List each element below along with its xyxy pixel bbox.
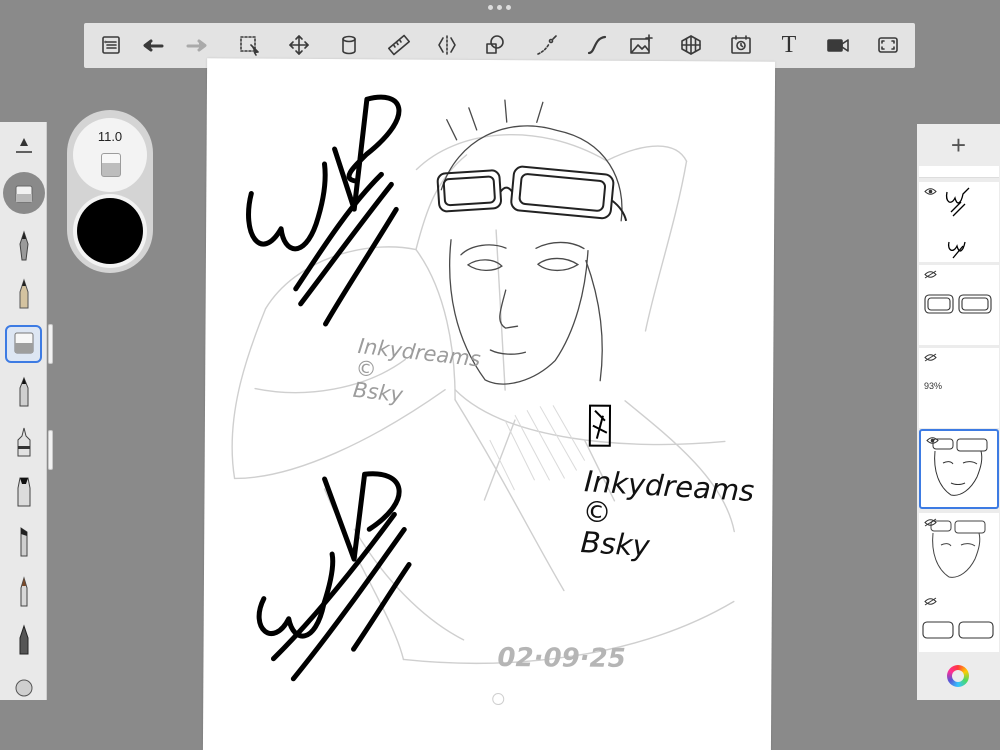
fill-icon[interactable] — [332, 28, 366, 62]
eye-hidden-icon[interactable] — [924, 518, 937, 527]
text-icon[interactable]: T — [772, 28, 806, 62]
sketchbook-app: T Inkydreams © Bsky Inkydreams © Bsky 02… — [0, 0, 1000, 750]
layer-partial[interactable] — [919, 166, 999, 178]
undo-icon[interactable] — [136, 28, 170, 62]
eraser-icon — [101, 153, 121, 177]
curve-icon[interactable] — [580, 28, 614, 62]
layer-thumbnail[interactable] — [919, 592, 999, 652]
airbrush-icon[interactable] — [5, 424, 42, 462]
brush-properties-icon[interactable] — [5, 128, 42, 166]
paint-brush-icon[interactable] — [5, 574, 42, 612]
brush-puck: 11.0 — [67, 110, 153, 273]
brush-palette — [0, 122, 53, 700]
watermark-black: Inkydreams © Bsky — [579, 464, 756, 563]
layer-opacity: 93% — [924, 381, 943, 391]
color-puck[interactable] — [73, 194, 147, 268]
layer-thumbnail-selected[interactable] — [919, 429, 999, 509]
watermark-gray: Inkydreams © Bsky — [351, 333, 482, 408]
time-lapse-icon[interactable] — [724, 28, 758, 62]
palette-scroll-handle[interactable] — [48, 324, 53, 364]
window-grip[interactable] — [488, 5, 511, 10]
current-color-swatch — [77, 198, 143, 264]
shapes-icon[interactable] — [478, 28, 512, 62]
layer-thumbnail[interactable]: 93% — [919, 348, 999, 428]
brush-size-control[interactable]: 11.0 — [73, 118, 147, 192]
layer-thumbnail[interactable] — [919, 265, 999, 345]
selection-icon[interactable] — [233, 28, 267, 62]
pencil-brush-icon[interactable] — [5, 276, 42, 314]
canvas-indicator — [492, 693, 505, 706]
layers-panel: + 93% — [917, 124, 1000, 700]
palette-scroll-handle[interactable] — [48, 430, 53, 470]
video-icon[interactable] — [821, 28, 855, 62]
image-icon[interactable] — [624, 28, 658, 62]
stroke-icon[interactable] — [530, 28, 564, 62]
marker-brush-icon[interactable] — [5, 374, 42, 412]
add-layer-button[interactable]: + — [917, 124, 1000, 166]
perspective-icon[interactable] — [674, 28, 708, 62]
eye-hidden-icon[interactable] — [924, 353, 937, 362]
eye-hidden-icon[interactable] — [924, 597, 937, 606]
redo-icon[interactable] — [180, 28, 214, 62]
layer-thumbnail[interactable] — [919, 182, 999, 262]
menu-icon[interactable] — [94, 28, 128, 62]
chisel-brush-icon[interactable] — [5, 474, 42, 512]
color-wheel-icon[interactable] — [947, 665, 969, 687]
more-brushes-icon[interactable] — [5, 670, 42, 700]
eye-icon[interactable] — [926, 436, 939, 445]
fine-pen-icon[interactable] — [5, 622, 42, 660]
brush-library-icon[interactable] — [3, 172, 45, 214]
fullscreen-icon[interactable] — [871, 28, 905, 62]
transform-icon[interactable] — [282, 28, 316, 62]
eye-icon[interactable] — [924, 187, 937, 196]
pen-brush-icon[interactable] — [5, 228, 42, 266]
ruler-icon[interactable] — [382, 28, 416, 62]
eye-hidden-icon[interactable] — [924, 270, 937, 279]
flat-brush-icon[interactable] — [5, 524, 42, 562]
brush-size-value: 11.0 — [97, 129, 123, 144]
text-tool-label: T — [781, 31, 797, 58]
drawing-canvas[interactable]: Inkydreams © Bsky Inkydreams © Bsky 02·0… — [202, 58, 776, 750]
date-stamp: 02·09·25 — [497, 643, 626, 674]
symmetry-icon[interactable] — [430, 28, 464, 62]
layer-thumbnail[interactable] — [919, 513, 999, 593]
sketch-artwork — [231, 94, 735, 682]
eraser-brush-icon[interactable] — [5, 325, 42, 363]
